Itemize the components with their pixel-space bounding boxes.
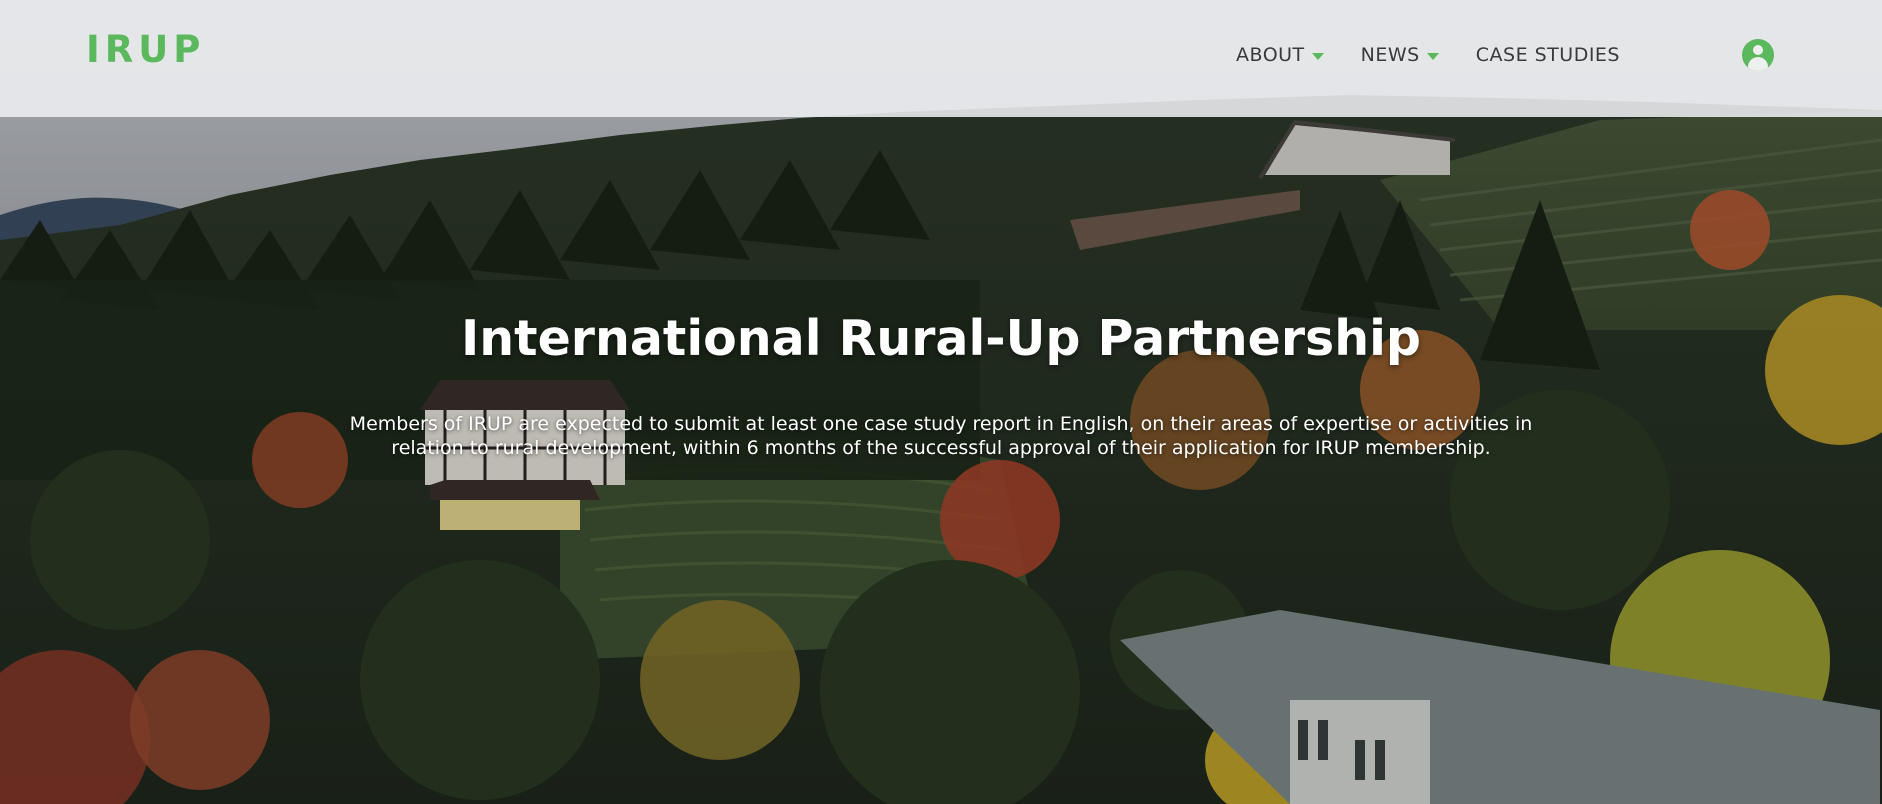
hero-background [0, 0, 1882, 804]
nav-item-news[interactable]: NEWS [1361, 44, 1439, 66]
hero-title: International Rural-Up Partnership [461, 310, 1421, 367]
user-icon-body [1748, 57, 1768, 71]
site-logo[interactable]: IRUP [86, 28, 205, 71]
user-icon-head [1753, 45, 1763, 55]
hero-dim-overlay [0, 0, 1882, 804]
hero-subtitle: Members of IRUP are expected to submit a… [349, 413, 1533, 459]
nav-item-case-studies[interactable]: CASE STUDIES [1476, 44, 1620, 66]
nav-item-news-label: NEWS [1360, 44, 1420, 66]
nav-item-about[interactable]: ABOUT [1236, 44, 1324, 66]
main-nav: ABOUT NEWS CASE STUDIES [1236, 44, 1657, 66]
user-account-icon[interactable] [1742, 39, 1774, 71]
top-header: IRUP ABOUT NEWS CASE STUDIES [0, 0, 1882, 117]
chevron-down-icon [1426, 52, 1439, 60]
nav-item-about-label: ABOUT [1236, 44, 1305, 66]
nav-item-case-studies-label: CASE STUDIES [1475, 44, 1620, 66]
chevron-down-icon [1311, 52, 1324, 60]
